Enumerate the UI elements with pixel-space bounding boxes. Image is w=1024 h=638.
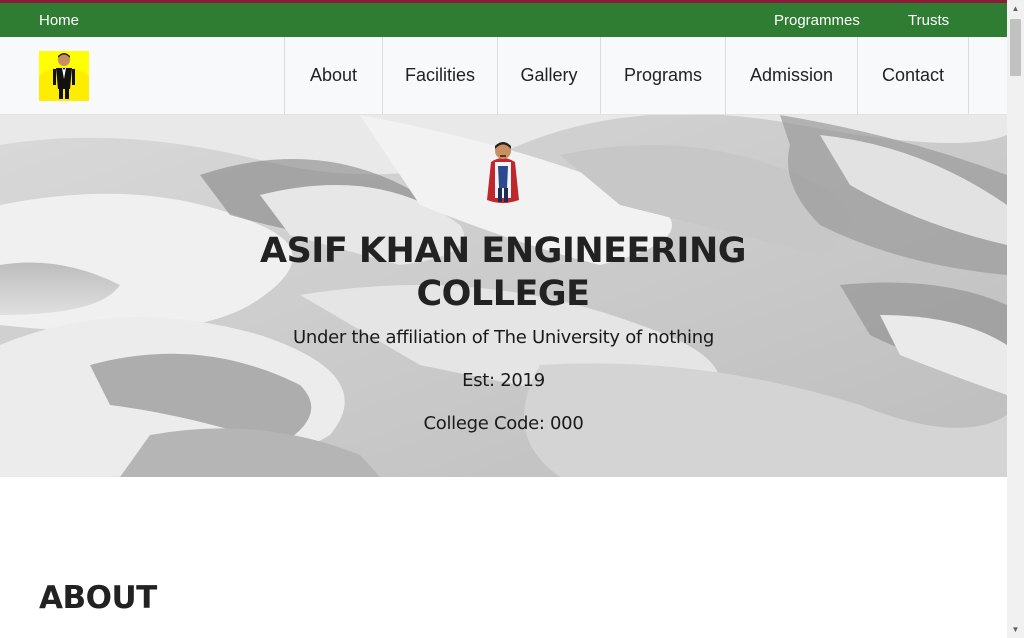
scroll-down-arrow-icon[interactable]: ▼: [1007, 621, 1024, 638]
affiliation-text: Under the affiliation of The University …: [293, 327, 714, 348]
logo-icon[interactable]: [39, 51, 89, 101]
nav-item-about[interactable]: About: [284, 37, 382, 114]
vertical-scrollbar[interactable]: ▲ ▼: [1007, 0, 1024, 638]
main-navbar: About Facilities Gallery Programs Admiss…: [0, 37, 1007, 115]
about-heading: ABOUT: [39, 580, 157, 616]
college-title: ASIF KHAN ENGINEERING COLLEGE: [260, 231, 746, 314]
nav-item-facilities[interactable]: Facilities: [382, 37, 497, 114]
nav-menu: About Facilities Gallery Programs Admiss…: [284, 37, 969, 114]
hero-banner: ASIF KHAN ENGINEERING COLLEGE Under the …: [0, 115, 1007, 477]
scroll-up-arrow-icon[interactable]: ▲: [1007, 0, 1024, 17]
nav-item-gallery[interactable]: Gallery: [497, 37, 600, 114]
trusts-link[interactable]: Trusts: [908, 12, 949, 30]
scrollbar-thumb[interactable]: [1010, 19, 1021, 76]
king-caricature-icon: [485, 140, 521, 206]
top-bar: Home Programmes Trusts: [0, 3, 1007, 37]
home-link[interactable]: Home: [39, 12, 79, 30]
college-code-text: College Code: 000: [423, 413, 584, 434]
established-text: Est: 2019: [462, 370, 545, 391]
nav-item-admission[interactable]: Admission: [725, 37, 857, 114]
nav-item-contact[interactable]: Contact: [857, 37, 969, 114]
page: Home Programmes Trusts About Facilities: [0, 0, 1007, 638]
programmes-link[interactable]: Programmes: [774, 12, 860, 30]
nav-item-programs[interactable]: Programs: [600, 37, 725, 114]
